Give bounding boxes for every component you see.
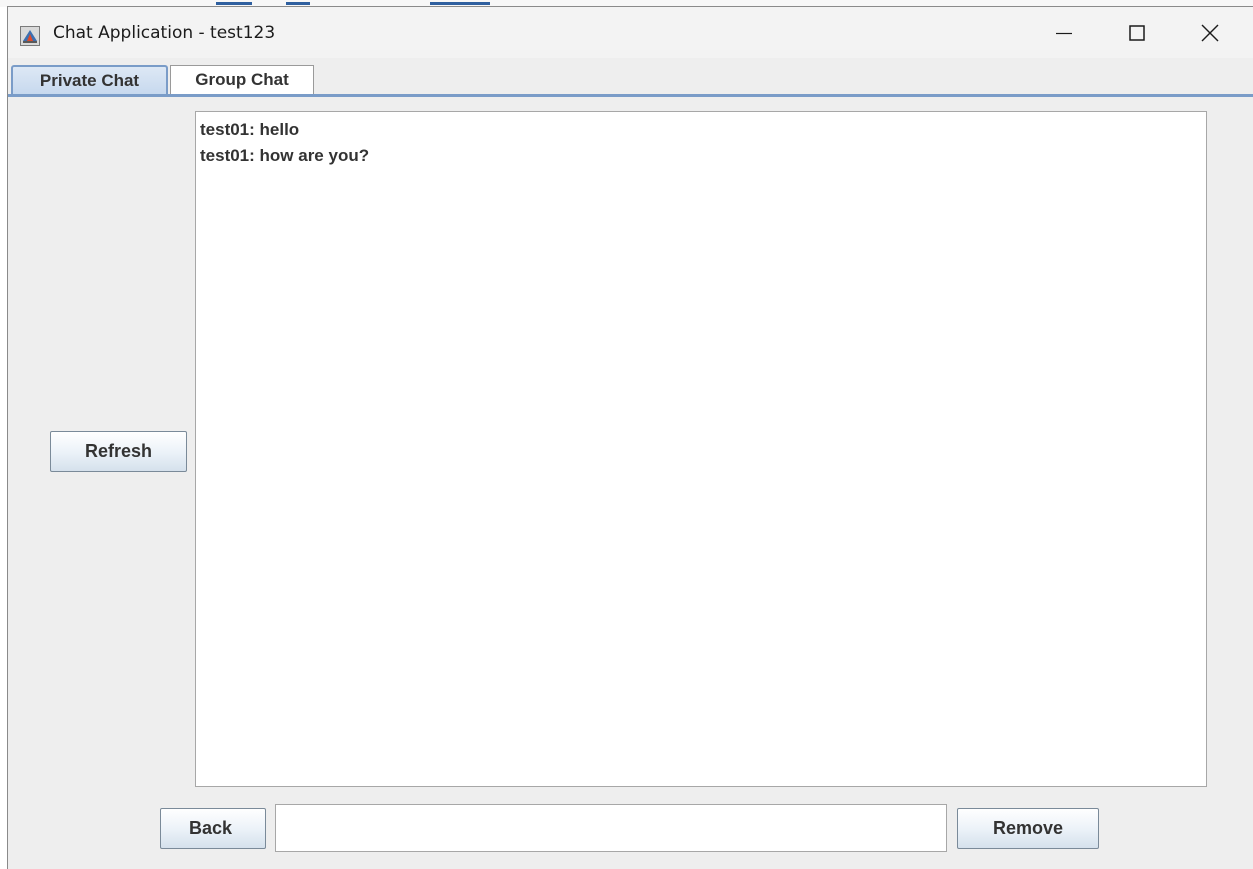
close-icon [1201,24,1219,42]
tab-group-chat[interactable]: Group Chat [170,65,314,95]
chat-message: test01: hello [200,120,300,139]
close-button[interactable] [1177,7,1243,58]
remove-button[interactable]: Remove [957,808,1099,849]
chat-message: test01: how are you? [200,146,370,165]
title-bar[interactable]: Chat Application - test123 [8,7,1253,58]
tab-strip: Private Chat Group Chat [8,58,1253,98]
back-button[interactable]: Back [160,808,266,849]
chat-messages-area[interactable]: test01: hello test01: how are you? [195,111,1207,787]
minimize-button[interactable] [1031,7,1097,58]
maximize-icon [1129,25,1145,41]
maximize-button[interactable] [1104,7,1170,58]
refresh-button[interactable]: Refresh [50,431,187,472]
tab-private-chat[interactable]: Private Chat [11,65,168,95]
message-input[interactable] [275,804,947,852]
tab-content-border [8,94,1253,97]
chat-application-window: Chat Application - test123 Private Chat … [7,6,1253,869]
minimize-icon [1056,32,1072,35]
java-app-icon [20,26,40,46]
private-chat-panel: test01: hello test01: how are you? Refre… [8,98,1253,869]
window-title: Chat Application - test123 [53,23,276,43]
